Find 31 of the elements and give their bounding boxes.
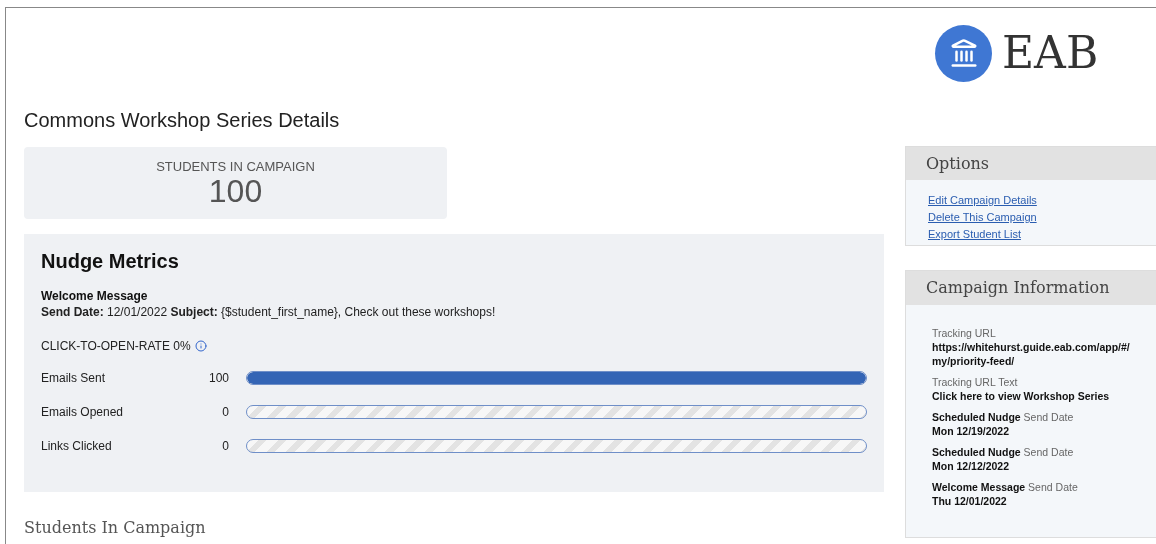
message-name: Welcome Message [41, 288, 149, 304]
panel-title: Nudge Metrics [41, 249, 180, 274]
panel-title: Campaign Information [926, 277, 1110, 299]
info-value: Mon 12/12/2022 [932, 459, 1011, 473]
section-title: Students In Campaign [24, 518, 206, 538]
message-details: Send Date: 12/01/2022 Subject: {$student_first_name}, Check out these workshops! [41, 304, 497, 320]
option-link[interactable]: Delete This Campaign [928, 209, 1037, 226]
panel-title: Options [926, 152, 990, 175]
metric-count: 0 [221, 404, 230, 421]
info-label: Scheduled Nudge Send Date [932, 411, 1075, 424]
info-label: Scheduled Nudge Send Date [932, 446, 1075, 459]
stat-value: 100 [208, 173, 263, 208]
option-link[interactable]: Export Student List [928, 226, 1021, 243]
info-label: Tracking URL [932, 327, 997, 340]
metric-count: 100 [208, 370, 230, 387]
click-rate-text: CLICK-TO-OPEN-RATE 0% [41, 338, 191, 355]
info-label: Welcome Message Send Date [932, 481, 1079, 494]
info-value: Mon 12/19/2022 [932, 424, 1011, 438]
page-title: Commons Workshop Series Details [24, 108, 340, 133]
logo-text: EAB [1002, 29, 1099, 77]
info-label: Tracking URL Text [932, 376, 1019, 389]
metric-count: 0 [221, 438, 230, 455]
info-value: Click here to view Workshop Series [932, 389, 1111, 403]
option-link[interactable]: Edit Campaign Details [928, 192, 1037, 209]
metric-label: Links Clicked [41, 438, 113, 455]
metric-label: Emails Sent [41, 370, 107, 387]
metric-label: Emails Opened [41, 404, 125, 421]
stat-label: STUDENTS IN CAMPAIGN [156, 158, 315, 174]
info-value: https://whitehurst.guide.eab.com/app/#/ my/priority-feed/ [932, 340, 1131, 368]
info-icon[interactable] [194, 340, 207, 352]
info-value: Thu 12/01/2022 [932, 494, 1008, 508]
